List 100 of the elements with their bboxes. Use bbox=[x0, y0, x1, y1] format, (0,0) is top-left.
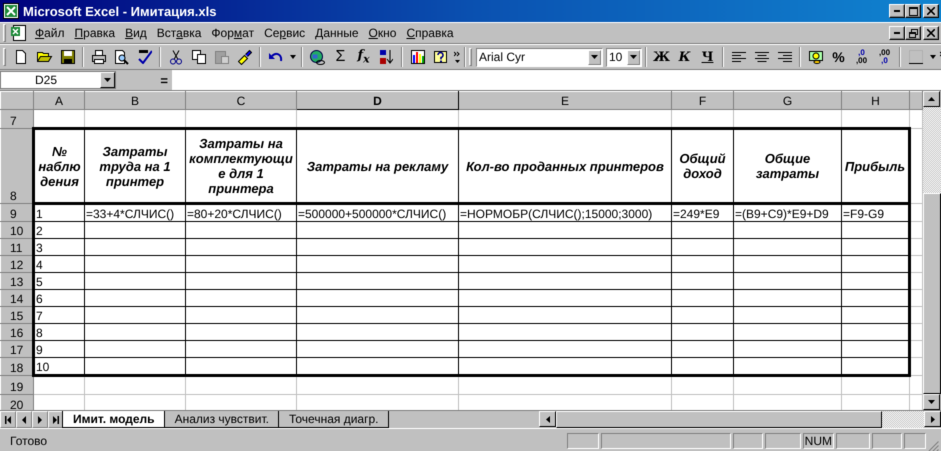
table-cell[interactable] bbox=[734, 290, 842, 306]
name-box[interactable]: D25 bbox=[0, 71, 116, 89]
table-cell[interactable] bbox=[734, 272, 842, 290]
table-cell[interactable]: 10 bbox=[34, 358, 84, 376]
table-cell[interactable] bbox=[734, 358, 842, 376]
table-cell[interactable]: =НОРМОБР(СЛЧИС();15000;3000) bbox=[458, 204, 672, 222]
close-button[interactable] bbox=[923, 4, 939, 18]
minimize-button[interactable] bbox=[889, 26, 905, 40]
row-header[interactable]: 15 bbox=[0, 306, 34, 324]
table-cell[interactable] bbox=[672, 290, 734, 306]
row-header[interactable]: 18 bbox=[0, 358, 34, 376]
table-cell[interactable] bbox=[186, 306, 296, 324]
table-cell[interactable] bbox=[296, 272, 458, 290]
function-button[interactable]: f$_{x}$ bbox=[352, 46, 375, 68]
table-cell[interactable] bbox=[186, 238, 296, 256]
minimize-button[interactable] bbox=[889, 4, 905, 18]
table-cell[interactable] bbox=[186, 256, 296, 272]
table-cell[interactable] bbox=[458, 256, 672, 272]
table-cell[interactable]: 4 bbox=[34, 256, 84, 272]
menu-item[interactable]: Данные bbox=[310, 26, 364, 40]
row-header[interactable]: 17 bbox=[0, 340, 34, 358]
sum-button[interactable]: Σ bbox=[329, 46, 352, 68]
resize-grip-icon[interactable] bbox=[928, 441, 939, 451]
table-cell[interactable] bbox=[186, 340, 296, 358]
column-title[interactable]: Затраты труда на 1 принтер bbox=[84, 128, 186, 204]
table-cell[interactable]: 2 bbox=[34, 222, 84, 238]
table-cell[interactable] bbox=[842, 256, 910, 272]
maximize-button[interactable] bbox=[905, 4, 921, 18]
decimal-button[interactable]: ,0 ,00 bbox=[850, 46, 873, 68]
table-cell[interactable] bbox=[296, 306, 458, 324]
menu-item[interactable]: Формат bbox=[206, 26, 260, 40]
table-cell[interactable] bbox=[296, 340, 458, 358]
close-button[interactable] bbox=[923, 26, 939, 40]
table-cell[interactable]: =80+20*СЛЧИС() bbox=[186, 204, 296, 222]
column-title[interactable]: Прибыль bbox=[842, 128, 910, 204]
table-cell[interactable]: 3 bbox=[34, 238, 84, 256]
row-header[interactable]: 19 bbox=[0, 376, 34, 394]
table-cell[interactable] bbox=[458, 222, 672, 238]
scroll-thumb[interactable] bbox=[556, 411, 882, 428]
column-title[interactable]: Общие затраты bbox=[734, 128, 842, 204]
table-cell[interactable] bbox=[84, 324, 186, 340]
column-header[interactable]: B bbox=[84, 92, 186, 110]
table-cell[interactable] bbox=[842, 340, 910, 358]
column-header[interactable]: H bbox=[842, 92, 910, 110]
font-size-field[interactable]: 10 bbox=[606, 48, 642, 66]
table-cell[interactable] bbox=[186, 272, 296, 290]
row-header[interactable]: 7 bbox=[0, 110, 34, 128]
table-cell[interactable]: 6 bbox=[34, 290, 84, 306]
table-cell[interactable] bbox=[84, 272, 186, 290]
menu-item[interactable]: Файл bbox=[30, 26, 70, 40]
column-header[interactable]: D bbox=[296, 92, 458, 110]
formula-field[interactable] bbox=[172, 70, 941, 90]
horizontal-scrollbar[interactable] bbox=[539, 411, 941, 428]
row-header[interactable]: 13 bbox=[0, 272, 34, 290]
row-header[interactable]: 12 bbox=[0, 256, 34, 272]
dropdown-button[interactable] bbox=[100, 72, 115, 88]
sheet-tab[interactable]: Имит. модель bbox=[62, 411, 166, 428]
table-cell[interactable] bbox=[842, 306, 910, 324]
row-header[interactable]: 14 bbox=[0, 290, 34, 306]
row-header[interactable]: 8 bbox=[0, 128, 34, 204]
table-cell[interactable] bbox=[842, 290, 910, 306]
table-cell[interactable] bbox=[186, 358, 296, 376]
menu-item[interactable]: Справка bbox=[401, 26, 459, 40]
decimal-button[interactable]: ,00 ,0 bbox=[873, 46, 896, 68]
column-header[interactable]: G bbox=[734, 92, 842, 110]
scroll-down-button[interactable] bbox=[923, 394, 940, 410]
table-cell[interactable] bbox=[84, 340, 186, 358]
previous-sheet-button[interactable] bbox=[16, 411, 32, 428]
table-cell[interactable] bbox=[458, 290, 672, 306]
table-cell[interactable] bbox=[672, 238, 734, 256]
column-header[interactable]: F bbox=[672, 92, 734, 110]
table-cell[interactable] bbox=[296, 238, 458, 256]
table-cell[interactable] bbox=[84, 256, 186, 272]
sheet-tab[interactable]: Точечная диагр. bbox=[278, 411, 390, 428]
select-all-button[interactable] bbox=[0, 92, 34, 110]
table-cell[interactable]: =(B9+C9)*E9+D9 bbox=[734, 204, 842, 222]
format-button[interactable]: Ч bbox=[696, 46, 719, 68]
column-title[interactable]: Кол-во проданных принтеров bbox=[458, 128, 672, 204]
row-header[interactable]: 20 bbox=[0, 394, 34, 410]
row-header[interactable]: 9 bbox=[0, 204, 34, 222]
row-header[interactable]: 10 bbox=[0, 222, 34, 238]
format-button[interactable]: К bbox=[673, 46, 696, 68]
table-cell[interactable] bbox=[842, 324, 910, 340]
column-header[interactable]: C bbox=[186, 92, 296, 110]
column-title[interactable]: Затраты на рекламу bbox=[296, 128, 458, 204]
table-cell[interactable] bbox=[458, 340, 672, 358]
table-cell[interactable] bbox=[296, 290, 458, 306]
scroll-thumb[interactable] bbox=[923, 193, 941, 394]
column-header[interactable] bbox=[910, 92, 922, 110]
format-button[interactable]: Ж bbox=[650, 46, 673, 68]
table-cell[interactable] bbox=[84, 290, 186, 306]
table-cell[interactable] bbox=[842, 222, 910, 238]
scroll-left-button[interactable] bbox=[539, 411, 556, 427]
table-cell[interactable] bbox=[734, 340, 842, 358]
table-cell[interactable]: =249*E9 bbox=[672, 204, 734, 222]
table-cell[interactable] bbox=[84, 358, 186, 376]
table-cell[interactable] bbox=[672, 340, 734, 358]
column-title[interactable]: Затраты на комплектующие для 1 принтера bbox=[186, 128, 296, 204]
table-cell[interactable]: 7 bbox=[34, 306, 84, 324]
table-cell[interactable] bbox=[458, 324, 672, 340]
